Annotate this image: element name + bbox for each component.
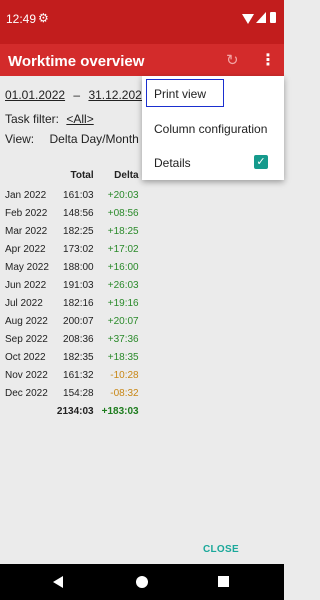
month-cell: Aug 2022 — [5, 315, 48, 327]
task-filter-value[interactable]: <All> — [66, 112, 93, 126]
settings-gear-icon: ⚙ — [38, 11, 49, 25]
task-filter: Task filter: <All> — [5, 112, 94, 126]
delta-header: Delta — [114, 170, 139, 181]
date-from[interactable]: 01.01.2022 — [5, 88, 65, 102]
status-bar: 12:49 ⚙ — [0, 0, 284, 44]
total-cell: 154:28 — [63, 387, 94, 399]
menu-item-column-configuration[interactable]: Column configuration — [142, 111, 284, 145]
sum-delta-cell: +183:03 — [101, 405, 139, 417]
menu-item-label: Details — [154, 156, 191, 170]
month-cell: Apr 2022 — [5, 243, 46, 255]
table-row: Oct 2022 182:35 +18:35 — [3, 348, 143, 366]
table-row: Mar 2022 182:25 +18:25 — [3, 222, 143, 240]
month-cell: Jun 2022 — [5, 279, 47, 291]
total-cell: 200:07 — [63, 315, 94, 327]
total-cell: 182:16 — [63, 297, 94, 309]
total-cell: 161:03 — [63, 189, 94, 201]
table-row: May 2022 188:00 +16:00 — [3, 258, 143, 276]
delta-cell: -08:32 — [110, 387, 139, 399]
table-row: Sep 2022 208:36 +37:36 — [3, 330, 143, 348]
page-title: Worktime overview — [8, 53, 145, 70]
table-row: Jan 2022 161:03 +20:03 — [3, 186, 143, 204]
total-header: Total — [70, 170, 94, 181]
navigation-bar — [0, 564, 284, 600]
more-options-icon[interactable]: ⋮ — [260, 50, 276, 70]
worktime-table: Total Delta Jan 2022 161:03 +20:03 Feb 2… — [3, 170, 143, 420]
recent-apps-icon[interactable] — [218, 576, 229, 587]
menu-item-print-view[interactable]: Print view — [142, 76, 284, 110]
table-sum-row: 2134:03 +183:03 — [3, 402, 143, 420]
task-filter-label: Task filter: — [5, 112, 60, 126]
table-row: Jun 2022 191:03 +26:03 — [3, 276, 143, 294]
month-cell: Feb 2022 — [5, 207, 48, 219]
table-row: Aug 2022 200:07 +20:07 — [3, 312, 143, 330]
month-cell: Jan 2022 — [5, 189, 47, 201]
month-header — [3, 170, 53, 186]
total-cell: 182:25 — [63, 225, 94, 237]
month-cell: Mar 2022 — [5, 225, 48, 237]
date-to[interactable]: 31.12.2022 — [88, 88, 148, 102]
view-value[interactable]: Delta Day/Month — [49, 132, 138, 146]
month-cell: Dec 2022 — [5, 387, 48, 399]
refresh-icon[interactable]: ↻ — [226, 51, 239, 69]
menu-item-label: Print view — [154, 87, 207, 101]
delta-cell: +20:07 — [107, 315, 139, 327]
table-row: Nov 2022 161:32 -10:28 — [3, 366, 143, 384]
table-row: Dec 2022 154:28 -08:32 — [3, 384, 143, 402]
total-cell: 191:03 — [63, 279, 94, 291]
date-range: 01.01.2022 – 31.12.2022 — [5, 88, 149, 102]
month-cell: Nov 2022 — [5, 369, 48, 381]
signal-icon — [256, 12, 266, 23]
month-cell: Jul 2022 — [5, 297, 43, 309]
overflow-menu: Print view Column configuration Details … — [142, 76, 284, 180]
table-row: Apr 2022 173:02 +17:02 — [3, 240, 143, 258]
total-cell: 208:36 — [63, 333, 94, 345]
sum-total-cell: 2134:03 — [56, 405, 94, 417]
wifi-icon — [242, 14, 254, 24]
view-selector: View: Delta Day/Month — [5, 132, 139, 146]
delta-cell: +37:36 — [107, 333, 139, 345]
delta-cell: -10:28 — [110, 369, 139, 381]
month-cell: Sep 2022 — [5, 333, 48, 345]
delta-cell: +26:03 — [107, 279, 139, 291]
table-row: Feb 2022 148:56 +08:56 — [3, 204, 143, 222]
close-button[interactable]: CLOSE — [203, 544, 239, 555]
sum-label-cell — [3, 402, 53, 420]
view-label: View: — [5, 132, 35, 146]
status-time: 12:49 — [6, 12, 37, 26]
delta-cell: +19:16 — [107, 297, 139, 309]
delta-cell: +20:03 — [107, 189, 139, 201]
table-row: Jul 2022 182:16 +19:16 — [3, 294, 143, 312]
total-cell: 148:56 — [63, 207, 94, 219]
total-cell: 161:32 — [63, 369, 94, 381]
total-cell: 173:02 — [63, 243, 94, 255]
date-separator: – — [73, 88, 81, 102]
delta-cell: +18:35 — [107, 351, 139, 363]
delta-cell: +18:25 — [107, 225, 139, 237]
month-cell: May 2022 — [5, 261, 49, 273]
battery-icon — [270, 12, 276, 23]
details-checkbox[interactable]: ✓ — [254, 155, 268, 169]
back-icon[interactable] — [53, 576, 63, 588]
menu-item-label: Column configuration — [154, 122, 268, 136]
delta-cell: +17:02 — [107, 243, 139, 255]
delta-cell: +08:56 — [107, 207, 139, 219]
total-cell: 182:35 — [63, 351, 94, 363]
delta-cell: +16:00 — [107, 261, 139, 273]
menu-item-details[interactable]: Details ✓ — [142, 145, 284, 179]
table-header-row: Total Delta — [3, 170, 143, 186]
app-bar: Worktime overview ↻ ⋮ — [0, 44, 284, 76]
month-cell: Oct 2022 — [5, 351, 46, 363]
home-icon[interactable] — [136, 576, 148, 588]
total-cell: 188:00 — [63, 261, 94, 273]
